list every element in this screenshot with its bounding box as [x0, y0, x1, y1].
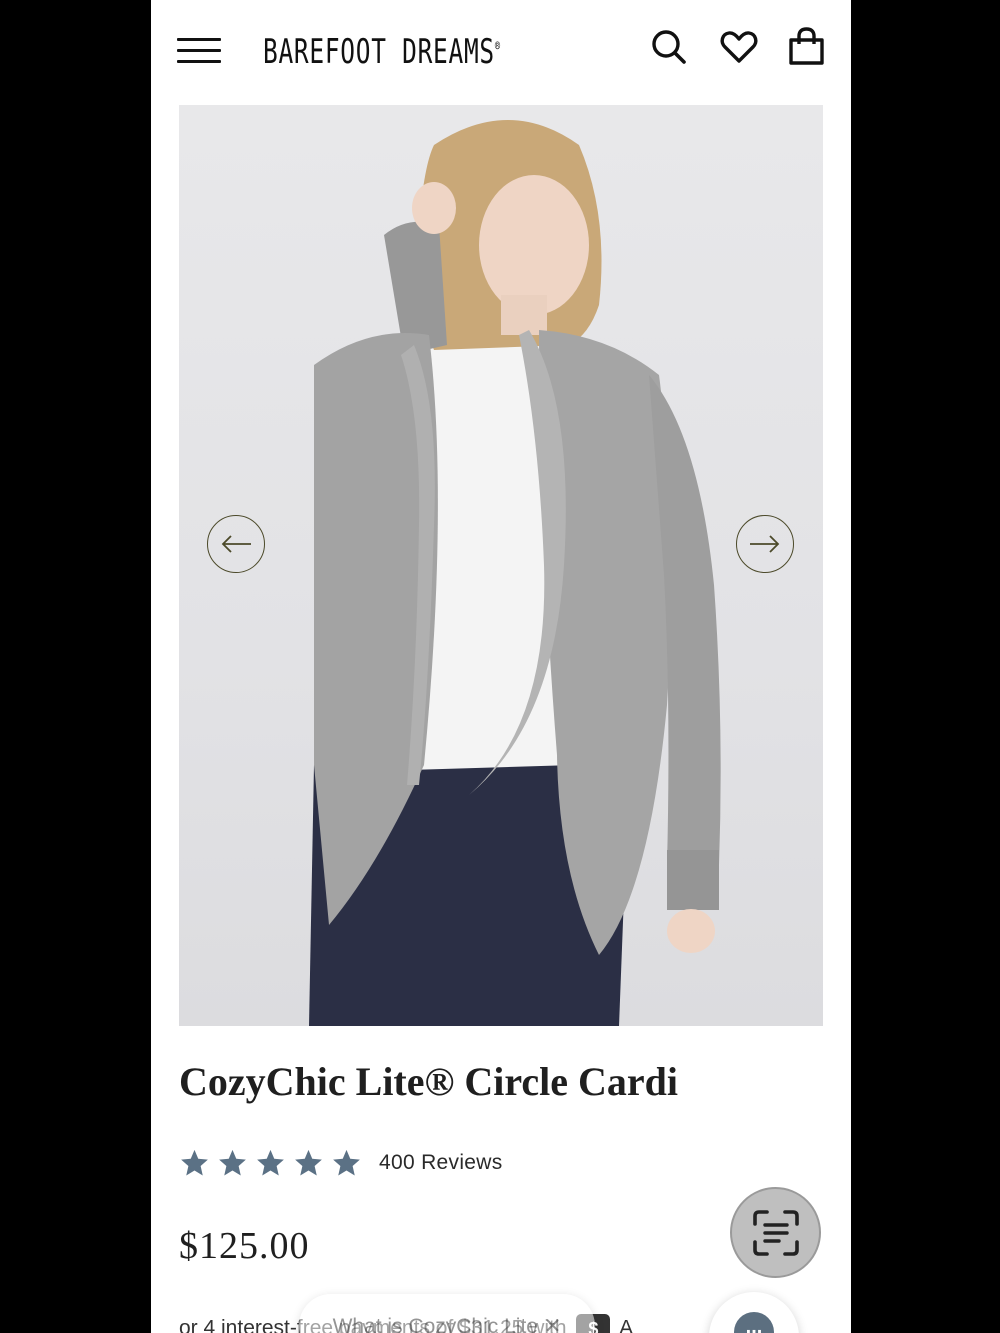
star-icon — [181, 1149, 208, 1176]
product-price: $125.00 — [179, 1225, 310, 1267]
star-icon — [257, 1149, 284, 1176]
installments-suffix: A — [619, 1316, 634, 1333]
brand-mark: ® — [494, 39, 501, 53]
gallery-prev-button[interactable] — [207, 515, 265, 573]
product-rating[interactable]: 400 Reviews — [179, 1146, 503, 1180]
menu-icon[interactable] — [177, 38, 221, 66]
search-icon[interactable] — [649, 26, 689, 68]
gallery-next-button[interactable] — [736, 515, 794, 573]
shopping-bag-icon[interactable] — [787, 26, 827, 68]
heart-icon[interactable] — [719, 26, 759, 68]
brand-logo[interactable]: BAREFOOT DREAMS® — [263, 28, 501, 76]
floating-pill-text: What is CozyChic Lite ✕ — [332, 1315, 562, 1333]
arrow-left-icon — [221, 535, 251, 553]
rating-stars — [179, 1148, 362, 1178]
text-scan-button[interactable] — [730, 1187, 821, 1278]
arrow-right-icon — [750, 535, 780, 553]
star-icon — [295, 1149, 322, 1176]
text-scan-icon — [752, 1209, 799, 1256]
brand-name: BAREFOOT DREAMS — [263, 32, 495, 72]
reviews-link[interactable]: 400 Reviews — [379, 1151, 503, 1175]
chat-icon: ... — [734, 1312, 774, 1333]
model-photo — [309, 120, 721, 1026]
product-image[interactable] — [179, 105, 823, 1026]
star-icon — [219, 1149, 246, 1176]
chat-button[interactable]: ... — [709, 1292, 799, 1333]
site-header: BAREFOOT DREAMS® — [151, 0, 851, 100]
product-title: CozyChic Lite® Circle Cardi — [179, 1059, 679, 1104]
star-icon — [333, 1149, 360, 1176]
floating-pill[interactable]: What is CozyChic Lite ✕ — [299, 1294, 595, 1333]
product-page: BAREFOOT DREAMS® CozyChic Lite® Circle C… — [151, 0, 851, 1333]
